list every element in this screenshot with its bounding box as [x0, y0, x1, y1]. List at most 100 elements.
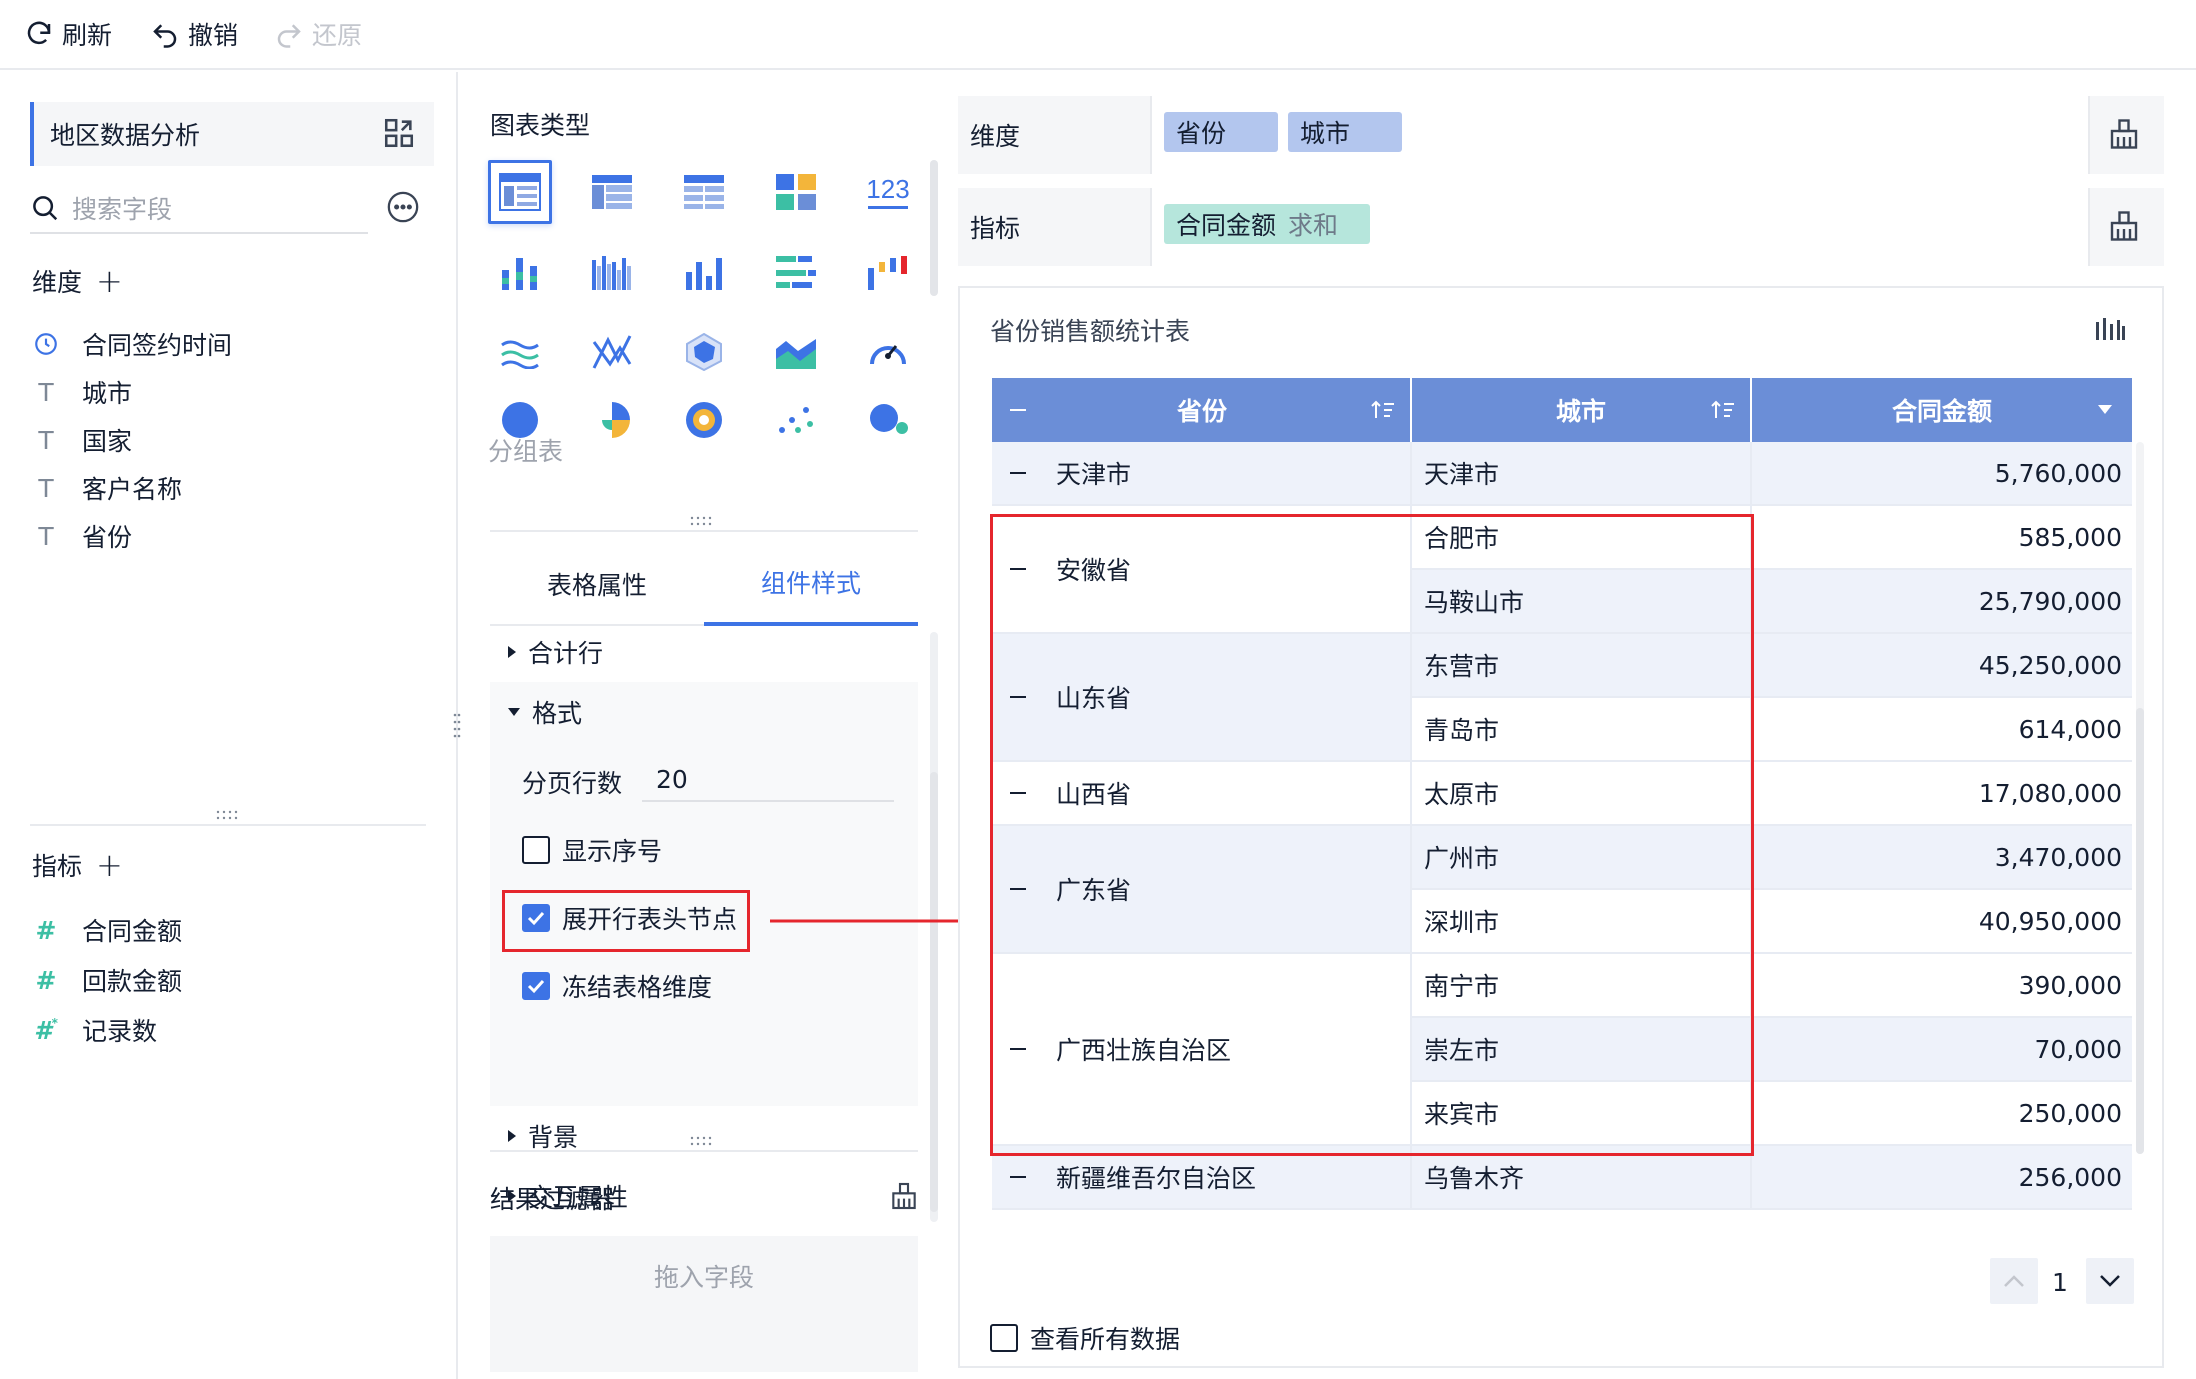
dropdown-icon[interactable] — [2098, 405, 2112, 414]
amount-cell: 25,790,000 — [1752, 570, 2132, 634]
next-page-button[interactable] — [2086, 1258, 2134, 1304]
chart-type-gauge[interactable] — [856, 320, 920, 384]
field-search[interactable]: 搜索字段 — [30, 184, 368, 234]
grouped-column-icon — [592, 256, 631, 290]
chart-type-grouped-column[interactable] — [580, 240, 644, 304]
property-scrollbar-thumb[interactable] — [930, 772, 938, 1212]
add-measure-icon[interactable]: + — [96, 846, 123, 884]
measure-field-payment-amount[interactable]: # 回款金额 — [32, 958, 183, 1002]
refresh-button[interactable]: 刷新 — [24, 14, 112, 54]
refresh-label: 刷新 — [62, 21, 113, 50]
scatter-icon — [779, 407, 813, 433]
dimension-field-province[interactable]: T 省份 — [32, 514, 132, 558]
page-rows-input[interactable]: 20 — [642, 758, 894, 802]
checkbox-icon — [990, 1324, 1018, 1352]
clear-dimension-icon[interactable] — [2106, 116, 2142, 152]
dimension-field-customer[interactable]: T 客户名称 — [32, 466, 182, 510]
measure-pill-contract-amount[interactable]: 合同金额 求和 — [1164, 204, 1370, 244]
chart-type-bar[interactable] — [764, 240, 828, 304]
chart-type-rose[interactable] — [580, 400, 644, 442]
view-all-data-checkbox[interactable]: 查看所有数据 — [990, 1318, 1180, 1358]
chart-settings-icon[interactable] — [2094, 316, 2126, 344]
tab-table-properties[interactable]: 表格属性 — [490, 542, 704, 626]
chart-type-group-table[interactable] — [488, 160, 552, 224]
amount-cell: 256,000 — [1752, 1146, 2132, 1210]
chart-type-waterfall[interactable] — [856, 240, 920, 304]
dimension-pill-province[interactable]: 省份 — [1164, 112, 1278, 152]
header-province[interactable]: 省份 — [992, 378, 1412, 442]
dimension-title: 维度 — [32, 268, 83, 297]
province-label: 新疆维吾尔自治区 — [1056, 1164, 1257, 1193]
dimension-field-country[interactable]: T 国家 — [32, 418, 132, 462]
province-cell[interactable]: 天津市 — [992, 442, 1412, 506]
column-icon — [686, 258, 722, 290]
dimension-field-contract-time[interactable]: 合同签约时间 — [32, 322, 232, 366]
chart-type-area[interactable] — [764, 320, 828, 384]
show-index-checkbox[interactable]: 显示序号 — [522, 830, 662, 870]
chart-type-bubble[interactable] — [856, 400, 920, 442]
section-total-row[interactable]: 合计行 — [508, 632, 603, 672]
filter-placeholder: 拖入字段 — [653, 1263, 754, 1292]
resize-handle-icon[interactable] — [690, 516, 716, 526]
measure-shelf-drop[interactable]: 合同金额 求和 — [1150, 188, 2090, 266]
more-options-icon[interactable] — [386, 190, 420, 224]
checkbox-icon — [522, 836, 550, 864]
chart-type-kpi-card[interactable] — [764, 160, 828, 224]
dimension-pill-city[interactable]: 城市 — [1288, 112, 1402, 152]
gauge-icon — [870, 345, 906, 365]
add-dimension-icon[interactable]: + — [96, 262, 123, 300]
collapse-node-icon[interactable] — [1010, 472, 1026, 474]
chart-type-number[interactable]: 123 — [856, 160, 920, 224]
collapse-node-icon[interactable] — [1010, 1176, 1026, 1178]
kpi-card-icon — [776, 174, 816, 210]
text-field-icon: T — [38, 377, 54, 407]
clear-measure-icon[interactable] — [2106, 208, 2142, 244]
dimension-shelf-drop[interactable]: 省份 城市 — [1150, 96, 2090, 174]
measure-shelf: 指标 合同金额 求和 — [958, 188, 2164, 266]
sort-icon[interactable] — [1370, 398, 1396, 422]
undo-button[interactable]: 撤销 — [150, 14, 238, 54]
section-label: 格式 — [532, 699, 583, 728]
chart-type-detail-table[interactable] — [672, 160, 736, 224]
checkbox-label: 查看所有数据 — [1030, 1325, 1181, 1354]
line-icon — [501, 340, 539, 369]
prev-page-button[interactable] — [1990, 1258, 2038, 1304]
measure-field-record-count[interactable]: # * 记录数 — [32, 1008, 157, 1052]
expand-icon — [508, 1130, 516, 1142]
measure-field-contract-amount[interactable]: # 合同金额 — [32, 908, 183, 952]
chart-type-cross-table[interactable] — [580, 160, 644, 224]
chart-type-column[interactable] — [672, 240, 736, 304]
area-icon — [776, 339, 816, 369]
field-label: 国家 — [82, 427, 133, 456]
resize-handle-icon[interactable] — [216, 810, 242, 820]
amount-cell: 45,250,000 — [1752, 634, 2132, 698]
result-filter-title: 结果过滤器 — [490, 1185, 616, 1214]
header-city[interactable]: 城市 — [1412, 378, 1752, 442]
chart-type-radar[interactable] — [672, 320, 736, 384]
rose-pie-icon — [602, 402, 630, 438]
redo-button[interactable]: 还原 — [274, 14, 362, 54]
table-header: 省份 城市 合同金额 — [992, 378, 2132, 442]
tab-component-style[interactable]: 组件样式 — [704, 542, 918, 626]
resize-handle-icon[interactable] — [690, 1136, 716, 1146]
dimension-section-title: 维度 + — [32, 262, 123, 300]
divider — [490, 1150, 918, 1152]
chart-type-scrollbar[interactable] — [930, 160, 938, 296]
filter-drop-zone[interactable]: 拖入字段 — [490, 1236, 918, 1372]
sort-icon[interactable] — [1710, 398, 1736, 422]
chart-type-line[interactable] — [488, 320, 552, 384]
chart-type-stacked-column[interactable] — [488, 240, 552, 304]
header-amount[interactable]: 合同金额 — [1752, 378, 2132, 442]
page-rows-label: 分页行数 — [522, 769, 623, 798]
freeze-dimension-checkbox[interactable]: 冻结表格维度 — [522, 966, 712, 1006]
chart-type-scatter[interactable] — [764, 400, 828, 442]
chart-type-radar-line[interactable] — [580, 320, 644, 384]
dataset-title[interactable]: 地区数据分析 — [30, 102, 434, 166]
switch-dataset-icon[interactable] — [382, 116, 416, 150]
section-format-header[interactable]: 格式 — [508, 692, 582, 732]
clear-filter-icon[interactable] — [888, 1180, 920, 1212]
chart-type-donut[interactable] — [672, 400, 736, 442]
amount-cell: 585,000 — [1752, 506, 2132, 570]
table-scrollbar-thumb[interactable] — [2136, 708, 2144, 1154]
dimension-field-city[interactable]: T 城市 — [32, 370, 132, 414]
